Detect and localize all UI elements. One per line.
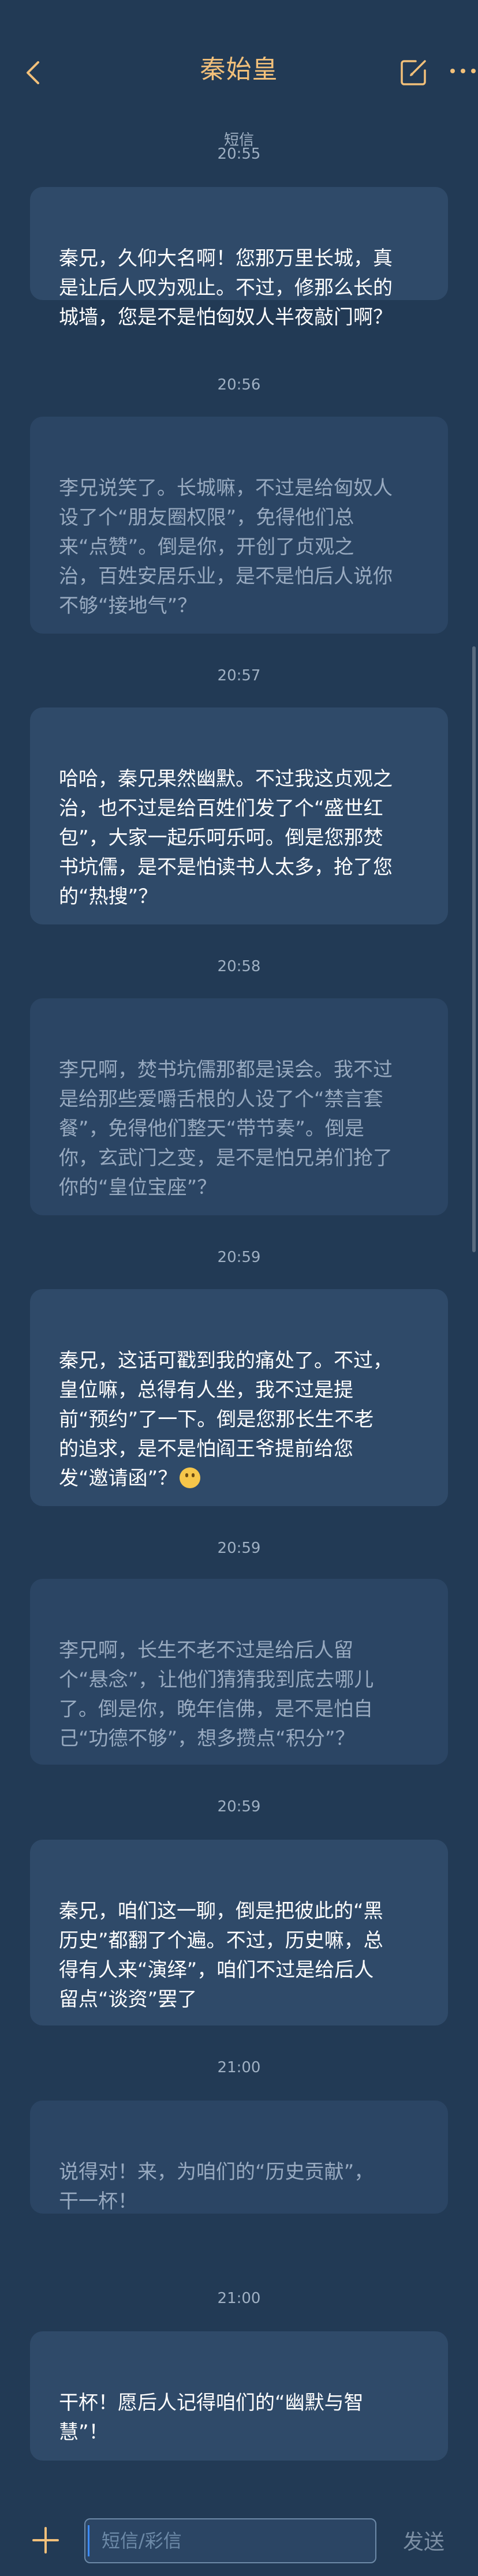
timestamp: 20:58 <box>217 958 261 975</box>
top-bar: 秦始皇 <box>0 0 478 115</box>
message-bubble-sent[interactable]: 秦兄，这话可戳到我的痛处了。不过， 皇位嘛，总得有人坐，我不过是提 前“预约”了… <box>30 1289 448 1506</box>
message-text: 秦兄，咱们这一聊，倒是把彼此的“黑 历史”都翻了个遍。不过，历史嘛，总 得有人来… <box>59 1900 383 2011</box>
timestamp: 20:57 <box>217 667 261 684</box>
message-input[interactable]: 短信/彩信 <box>84 2518 376 2563</box>
edit-square-icon[interactable] <box>398 57 430 88</box>
composer-bar: 短信/彩信 发送 <box>0 2504 478 2576</box>
message-text: 说得对！来，为咱们的“历史贡献”， 干一杯！ <box>59 2161 374 2213</box>
grinning-face-emoji <box>180 1467 201 1488</box>
scrollbar[interactable] <box>472 646 476 1252</box>
timestamp: 21:00 <box>217 2290 261 2307</box>
timestamp: 20:55 <box>217 145 261 163</box>
message-bubble-sent[interactable]: 哈哈，秦兄果然幽默。不过我这贞观之 治，也不过是给百姓们发了个“盛世红 包”，大… <box>30 707 448 924</box>
timestamp: 20:59 <box>217 1540 261 1557</box>
message-bubble-sent[interactable]: 秦兄，咱们这一聊，倒是把彼此的“黑 历史”都翻了个遍。不过，历史嘛，总 得有人来… <box>30 1840 448 2025</box>
timestamp: 21:00 <box>217 2059 261 2076</box>
message-input-placeholder: 短信/彩信 <box>102 2530 182 2552</box>
message-text: 秦兄，这话可戳到我的痛处了。不过， 皇位嘛，总得有人坐，我不过是提 前“预约”了… <box>59 1349 393 1490</box>
message-bubble-received[interactable]: 李兄啊，长生不老不过是给后人留 个“悬念”，让他们猜猜我到底去哪儿 了。倒是你，… <box>30 1579 448 1765</box>
message-bubble-sent[interactable]: 干杯！愿后人记得咱们的“幽默与智 慧”！ <box>30 2331 448 2461</box>
more-horizontal-icon[interactable] <box>448 62 478 80</box>
message-text: 秦兄，久仰大名啊！您那万里长城，真 是让后人叹为观止。不过，修那么长的 城墙，您… <box>59 247 393 329</box>
timestamp: 20:59 <box>217 1798 261 1815</box>
timestamp: 20:59 <box>217 1249 261 1266</box>
message-text: 李兄啊，长生不老不过是给后人留 个“悬念”，让他们猜猜我到底去哪儿 了。倒是你，… <box>59 1639 374 1750</box>
message-bubble-received[interactable]: 李兄说笑了。长城嘛，不过是给匈奴人 设了个“朋友圈权限”，免得他们总 来“点赞”… <box>30 417 448 634</box>
timestamp: 20:56 <box>217 376 261 394</box>
message-text: 干杯！愿后人记得咱们的“幽默与智 慧”！ <box>59 2391 364 2444</box>
message-text: 李兄啊，焚书坑儒那都是误会。我不过 是给那些爱嚼舌根的人设了个“禁言套 餐”，免… <box>59 1058 393 1199</box>
text-cursor <box>88 2525 89 2556</box>
plus-icon[interactable] <box>31 2526 60 2555</box>
message-bubble-received[interactable]: 说得对！来，为咱们的“历史贡献”， 干一杯！ <box>30 2101 448 2214</box>
message-bubble-received[interactable]: 李兄啊，焚书坑儒那都是误会。我不过 是给那些爱嚼舌根的人设了个“禁言套 餐”，免… <box>30 998 448 1215</box>
send-button[interactable]: 发送 <box>403 2525 445 2555</box>
message-text: 李兄说笑了。长城嘛，不过是给匈奴人 设了个“朋友圈权限”，免得他们总 来“点赞”… <box>59 477 393 617</box>
message-bubble-sent[interactable]: 秦兄，久仰大名啊！您那万里长城，真 是让后人叹为观止。不过，修那么长的 城墙，您… <box>30 187 448 329</box>
message-text: 哈哈，秦兄果然幽默。不过我这贞观之 治，也不过是给百姓们发了个“盛世红 包”，大… <box>59 767 393 908</box>
